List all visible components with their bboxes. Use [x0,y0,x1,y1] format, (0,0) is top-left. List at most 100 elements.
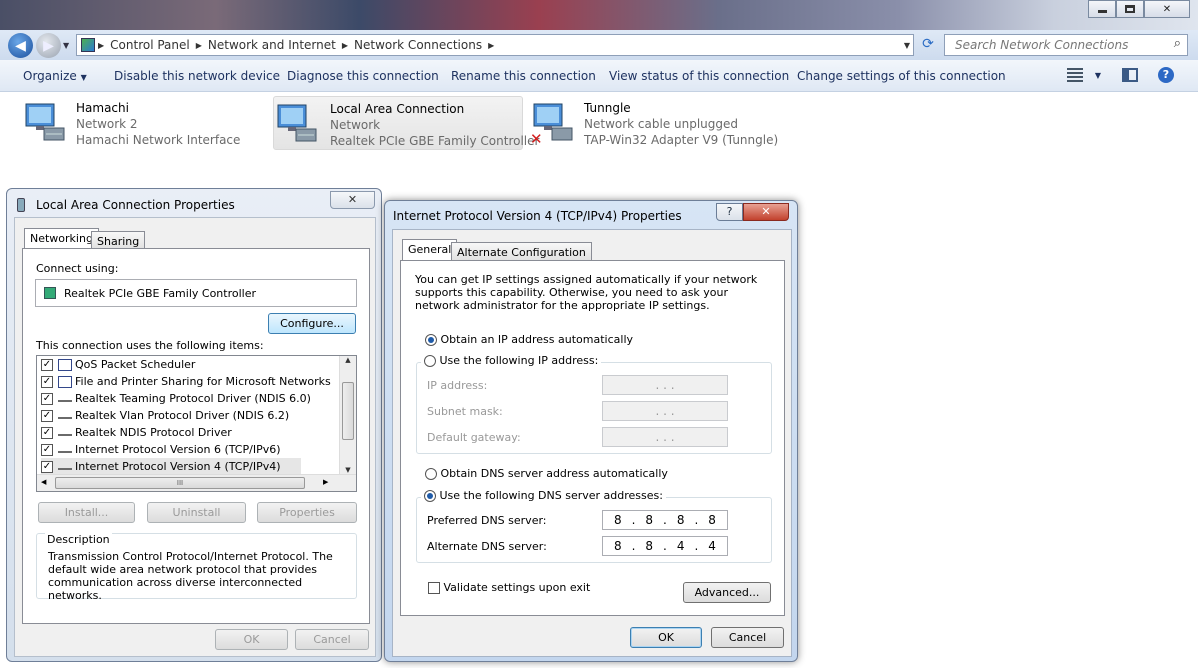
cancel-button[interactable]: Cancel [711,627,784,648]
list-item[interactable]: ✓ Realtek NDIS Protocol Driver [41,424,232,441]
window-titlebar: ✕ [0,0,1198,30]
preferred-dns-field[interactable]: 8. 8. 8. 8 [602,510,728,530]
preview-pane-icon [1122,67,1138,82]
change-view-button[interactable]: ▼ [1067,67,1101,82]
checkbox-checked-icon[interactable]: ✓ [41,392,53,405]
radio-unselected-icon[interactable] [424,355,436,367]
recent-pages-icon[interactable]: ▼ [63,41,69,50]
help-button[interactable]: ? [1158,67,1174,83]
item-label: Realtek Teaming Protocol Driver (NDIS 6.… [75,392,311,405]
properties-button[interactable]: Properties [257,502,357,523]
list-item[interactable]: ✓ File and Printer Sharing for Microsoft … [41,373,331,390]
horizontal-scrollbar[interactable]: ◀ III ▶ [37,474,356,491]
minimize-button[interactable] [1088,0,1116,18]
preview-pane-button[interactable] [1122,67,1138,82]
obtain-ip-option[interactable]: Obtain an IP address automatically [425,333,633,346]
qos-service-icon [58,358,72,371]
help-icon: ? [726,205,733,218]
vertical-scrollbar[interactable]: ▲ ▼ [339,356,356,475]
obtain-dns-option[interactable]: Obtain DNS server address automatically [425,467,668,480]
ip-octet: 8 [645,539,654,553]
back-button[interactable]: ◀ [8,33,33,58]
close-icon: ✕ [761,205,771,218]
refresh-button[interactable]: ⟳ [918,36,938,54]
control-panel-icon [81,38,95,52]
ip-address-field[interactable]: . . . [602,375,728,395]
alternate-dns-field[interactable]: 8. 8. 4. 4 [602,536,728,556]
item-label: Internet Protocol Version 6 (TCP/IPv6) [75,443,281,456]
ip-dot: . [631,539,636,553]
view-status-button[interactable]: View status of this connection [609,69,789,83]
tab-general[interactable]: General [402,239,458,261]
use-dns-option[interactable]: Use the following DNS server addresses: [421,489,666,502]
breadcrumb-network-and-internet[interactable]: Network and Internet [205,38,339,52]
scroll-thumb[interactable] [342,382,354,440]
search-input[interactable]: Search Network Connections ⌕ [944,34,1188,56]
breadcrumb-network-connections[interactable]: Network Connections [351,38,485,52]
uninstall-button[interactable]: Uninstall [147,502,246,523]
window-controls: ✕ [1088,0,1190,18]
checkbox-checked-icon[interactable]: ✓ [41,409,53,422]
scroll-left-icon[interactable]: ◀ [41,478,46,486]
checkbox-checked-icon[interactable]: ✓ [41,358,53,371]
disable-device-button[interactable]: Disable this network device [114,69,280,83]
scroll-right-icon[interactable]: ▶ [323,478,328,486]
ip-octet: 4 [708,539,716,553]
checkbox-checked-icon[interactable]: ✓ [41,443,53,456]
checkbox-unchecked-icon[interactable] [428,582,440,594]
checkbox-checked-icon[interactable]: ✓ [41,426,53,439]
ok-button[interactable]: OK [215,629,288,650]
breadcrumb-control-panel[interactable]: Control Panel [107,38,193,52]
connection-hamachi[interactable]: Hamachi Network 2 Hamachi Network Interfac… [22,96,262,150]
radio-selected-icon[interactable] [425,334,437,346]
checkbox-checked-icon[interactable]: ✓ [41,460,53,473]
install-button[interactable]: Install... [38,502,135,523]
connection-local-area[interactable]: Local Area Connection Network Realtek PCIe… [273,96,539,150]
list-item[interactable]: ✓ Realtek Teaming Protocol Driver (NDIS 6… [41,390,311,407]
tab-sharing[interactable]: Sharing [91,231,146,248]
tab-networking[interactable]: Networking [24,228,99,250]
dialog-title: Internet Protocol Version 4 (TCP/IPv4) P… [393,209,682,223]
close-button[interactable]: ✕ [1144,0,1190,18]
default-gateway-field[interactable]: . . . [602,427,728,447]
components-list: ✓ QoS Packet Scheduler ✓ File and Printer … [36,355,357,492]
organize-menu[interactable]: Organize ▼ [23,69,87,83]
advanced-button[interactable]: Advanced... [683,582,771,603]
tab-alternate-configuration[interactable]: Alternate Configuration [451,242,592,260]
dialog-close-button[interactable]: ✕ [330,191,375,209]
use-ip-option[interactable]: Use the following IP address: [421,354,602,367]
breadcrumb-separator-icon: ▶ [488,40,495,50]
help-title-button[interactable]: ? [716,203,743,221]
ok-button[interactable]: OK [630,627,702,648]
connection-tunngle[interactable]: ✕ Tunngle Network cable unplugged TAP-Win3… [530,96,790,150]
diagnose-button[interactable]: Diagnose this connection [287,69,439,83]
rename-button[interactable]: Rename this connection [451,69,596,83]
connection-adapter: Realtek PCIe GBE Family Controller [330,134,540,148]
forward-button[interactable]: ▶ [36,33,61,58]
address-dropdown-icon[interactable]: ▼ [901,41,913,50]
list-item[interactable]: ✓ Internet Protocol Version 6 (TCP/IPv6) [41,441,281,458]
breadcrumb-separator-icon: ▶ [341,40,349,50]
list-item[interactable]: ✓ Realtek Vlan Protocol Driver (NDIS 6.2) [41,407,289,424]
list-item-selected[interactable]: ✓ Internet Protocol Version 4 (TCP/IPv4) [41,458,301,475]
connection-name: Hamachi [76,101,129,115]
protocol-icon [58,413,72,419]
configure-button[interactable]: Configure... [268,313,356,334]
list-item[interactable]: ✓ QoS Packet Scheduler [41,356,195,373]
validate-option[interactable]: Validate settings upon exit [428,581,590,594]
radio-selected-icon[interactable] [424,490,436,502]
address-bar[interactable]: ▶ Control Panel ▶ Network and Internet ▶… [76,34,914,56]
lac-properties-dialog: Local Area Connection Properties ✕ Netwo… [6,188,382,662]
connection-status: Network [330,118,381,132]
checkbox-checked-icon[interactable]: ✓ [41,375,53,388]
subnet-mask-field[interactable]: . . . [602,401,728,421]
cancel-button[interactable]: Cancel [295,629,369,650]
breadcrumb-separator-icon: ▶ [195,40,202,50]
change-settings-button[interactable]: Change settings of this connection [797,69,1006,83]
maximize-button[interactable] [1116,0,1144,18]
dialog-close-button[interactable]: ✕ [743,203,789,221]
scroll-down-icon[interactable]: ▼ [340,466,356,474]
radio-unselected-icon[interactable] [425,468,437,480]
scroll-up-icon[interactable]: ▲ [340,356,356,364]
hscroll-thumb[interactable]: III [55,477,305,489]
